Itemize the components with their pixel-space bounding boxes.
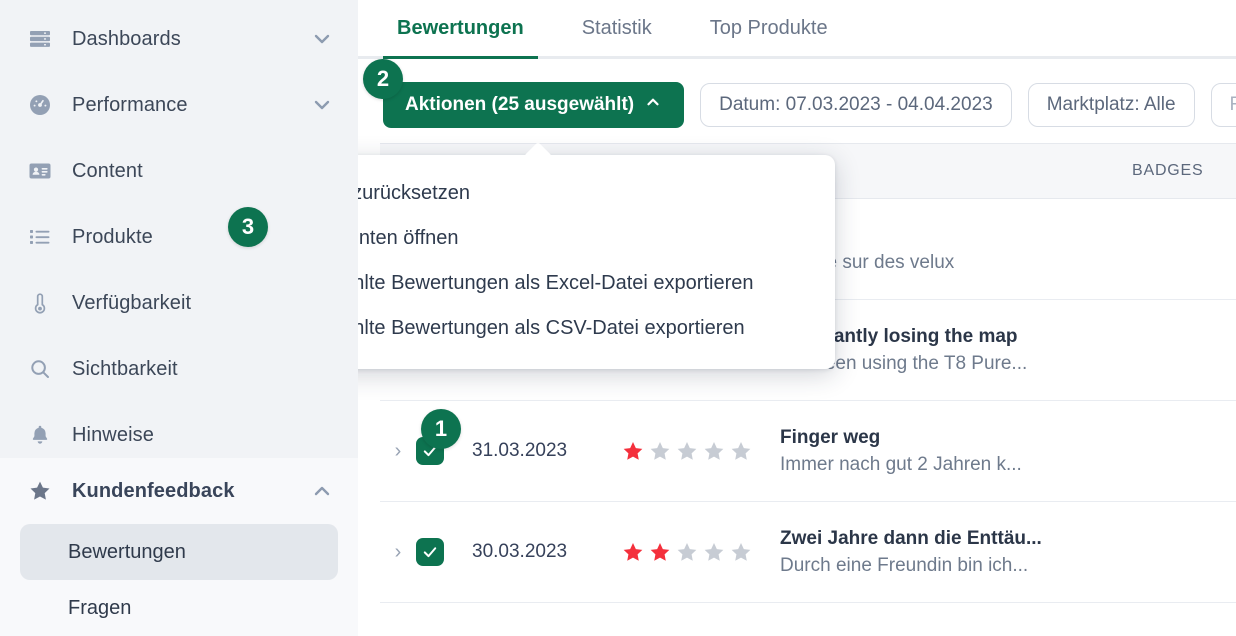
col-badges: BADGES — [1132, 162, 1204, 179]
chevron-up-icon[interactable] — [310, 479, 334, 503]
list-icon — [28, 225, 58, 249]
menu-item-ai-assistent[interactable]: AI Assistenten öffnen — [358, 216, 835, 261]
row-date: 30.03.2023 — [472, 541, 568, 562]
table-row[interactable]: › 31.03.2023 Finger weg Immer nach gut 2… — [380, 401, 1236, 502]
row-checkbox[interactable] — [416, 538, 472, 566]
sidebar-item-label: Sichtbarkeit — [72, 357, 178, 380]
sidebar: Dashboards Performance Content Produkte … — [0, 0, 358, 636]
menu-item-label: Ausgewählte Bewertungen als Excel-Datei … — [358, 272, 754, 294]
tab-bewertungen[interactable]: Bewertungen — [383, 17, 538, 59]
row-title-cell: Zwei Jahre dann die Enttäu... Durch eine… — [780, 528, 1132, 577]
tab-top-produkte[interactable]: Top Produkte — [696, 17, 842, 56]
step-badge-3: 3 — [228, 207, 268, 247]
row-subtitle: Immer nach gut 2 Jahren k... — [780, 453, 1022, 475]
bell-icon — [28, 423, 58, 447]
menu-item-export-excel[interactable]: Ausgewählte Bewertungen als Excel-Datei … — [358, 261, 835, 306]
actions-button[interactable]: Aktionen (25 ausgewählt) — [383, 82, 685, 128]
menu-item-export-csv[interactable]: Ausgewählte Bewertungen als CSV-Datei ex… — [358, 306, 835, 351]
speedometer-icon — [28, 93, 58, 117]
row-rating — [622, 541, 780, 563]
tab-label: Bewertungen — [397, 17, 524, 39]
star-rating — [622, 440, 780, 462]
id-card-icon — [28, 159, 58, 183]
menu-item-label: AI Assistenten öffnen — [358, 227, 459, 249]
toolbar: Aktionen (25 ausgewählt) Datum: 07.03.20… — [358, 59, 1236, 131]
sidebar-item-label: Dashboards — [72, 27, 181, 50]
chevron-down-icon[interactable] — [310, 27, 334, 51]
actions-dropdown-menu: Auswahl zurücksetzen AI Assistenten öffn… — [358, 155, 835, 369]
actions-button-label: Aktionen (25 ausgewählt) — [405, 94, 635, 115]
filter-chip-label: Marktplatz: Alle — [1046, 94, 1176, 115]
menu-item-label: Ausgewählte Bewertungen als CSV-Datei ex… — [358, 317, 745, 339]
expand-row-icon[interactable]: › — [380, 440, 416, 463]
checkbox-checked-icon[interactable] — [416, 538, 444, 566]
tab-bar: Bewertungen Statistik Top Produkte — [358, 0, 1236, 59]
step-badge-1: 1 — [421, 409, 461, 449]
main-content: Bewertungen Statistik Top Produkte Aktio… — [358, 0, 1236, 636]
expand-row-icon[interactable]: › — [380, 541, 416, 564]
filter-chip-rating[interactable]: Rati — [1210, 83, 1236, 127]
filter-chip-datum[interactable]: Datum: 07.03.2023 - 04.04.2023 — [700, 83, 1012, 127]
tab-label: Top Produkte — [709, 17, 828, 39]
row-rating — [622, 440, 780, 462]
filter-chip-marktplatz[interactable]: Marktplatz: Alle — [1027, 83, 1195, 127]
star-rating — [622, 541, 780, 563]
sidebar-nav: Dashboards Performance Content Produkte … — [0, 0, 358, 468]
app-root: Dashboards Performance Content Produkte … — [0, 0, 1236, 636]
tab-statistik[interactable]: Statistik — [568, 17, 666, 56]
sidebar-item-content[interactable]: Content — [0, 138, 358, 204]
tab-label: Statistik — [581, 17, 652, 39]
sidebar-item-label: Kundenfeedback — [72, 479, 235, 502]
row-title: Finger weg — [780, 426, 881, 448]
row-title: Zwei Jahre dann die Enttäu... — [780, 527, 1042, 549]
sidebar-item-label: Content — [72, 159, 143, 182]
sidebar-item-label: Produkte — [72, 225, 153, 248]
chevron-down-icon[interactable] — [310, 93, 334, 117]
sidebar-group-kundenfeedback: Kundenfeedback Bewertungen Fragen — [0, 458, 358, 636]
filter-chip-label: Datum: 07.03.2023 - 04.04.2023 — [719, 94, 993, 115]
step-badge-2: 2 — [363, 59, 403, 99]
sidebar-item-verfuegbarkeit[interactable]: Verfügbarkeit — [0, 270, 358, 336]
row-title-cell: Finger weg Immer nach gut 2 Jahren k... — [780, 427, 1132, 476]
sidebar-item-label: Hinweise — [72, 423, 154, 446]
sidebar-item-label: Performance — [72, 93, 188, 116]
row-date: 31.03.2023 — [472, 440, 568, 461]
sidebar-item-produkte[interactable]: Produkte — [0, 204, 358, 270]
chevron-up-icon — [644, 93, 662, 117]
sidebar-item-sichtbarkeit[interactable]: Sichtbarkeit — [0, 336, 358, 402]
row-subtitle: Durch eine Freundin bin ich... — [780, 554, 1029, 576]
table-row[interactable]: › 30.03.2023 Zwei Jahre dann die Enttäu.… — [380, 502, 1236, 603]
sidebar-subitem-label: Fragen — [68, 596, 132, 619]
menu-item-label: Auswahl zurücksetzen — [358, 182, 470, 204]
menu-item-auswahl-zuruecksetzen[interactable]: Auswahl zurücksetzen — [358, 171, 835, 216]
sidebar-item-kundenfeedback[interactable]: Kundenfeedback — [0, 458, 358, 524]
sidebar-item-dashboards[interactable]: Dashboards — [0, 6, 358, 72]
sidebar-item-label: Verfügbarkeit — [72, 291, 192, 314]
sidebar-subitem-bewertungen[interactable]: Bewertungen — [20, 524, 338, 580]
star-icon — [28, 479, 58, 503]
sidebar-subitem-label: Bewertungen — [68, 540, 186, 563]
filter-chip-label: Rati — [1230, 94, 1236, 116]
sidebar-subitem-fragen[interactable]: Fragen — [20, 580, 338, 636]
server-icon — [28, 27, 58, 51]
sidebar-item-performance[interactable]: Performance — [0, 72, 358, 138]
search-icon — [28, 357, 58, 381]
thermometer-icon — [28, 291, 58, 315]
